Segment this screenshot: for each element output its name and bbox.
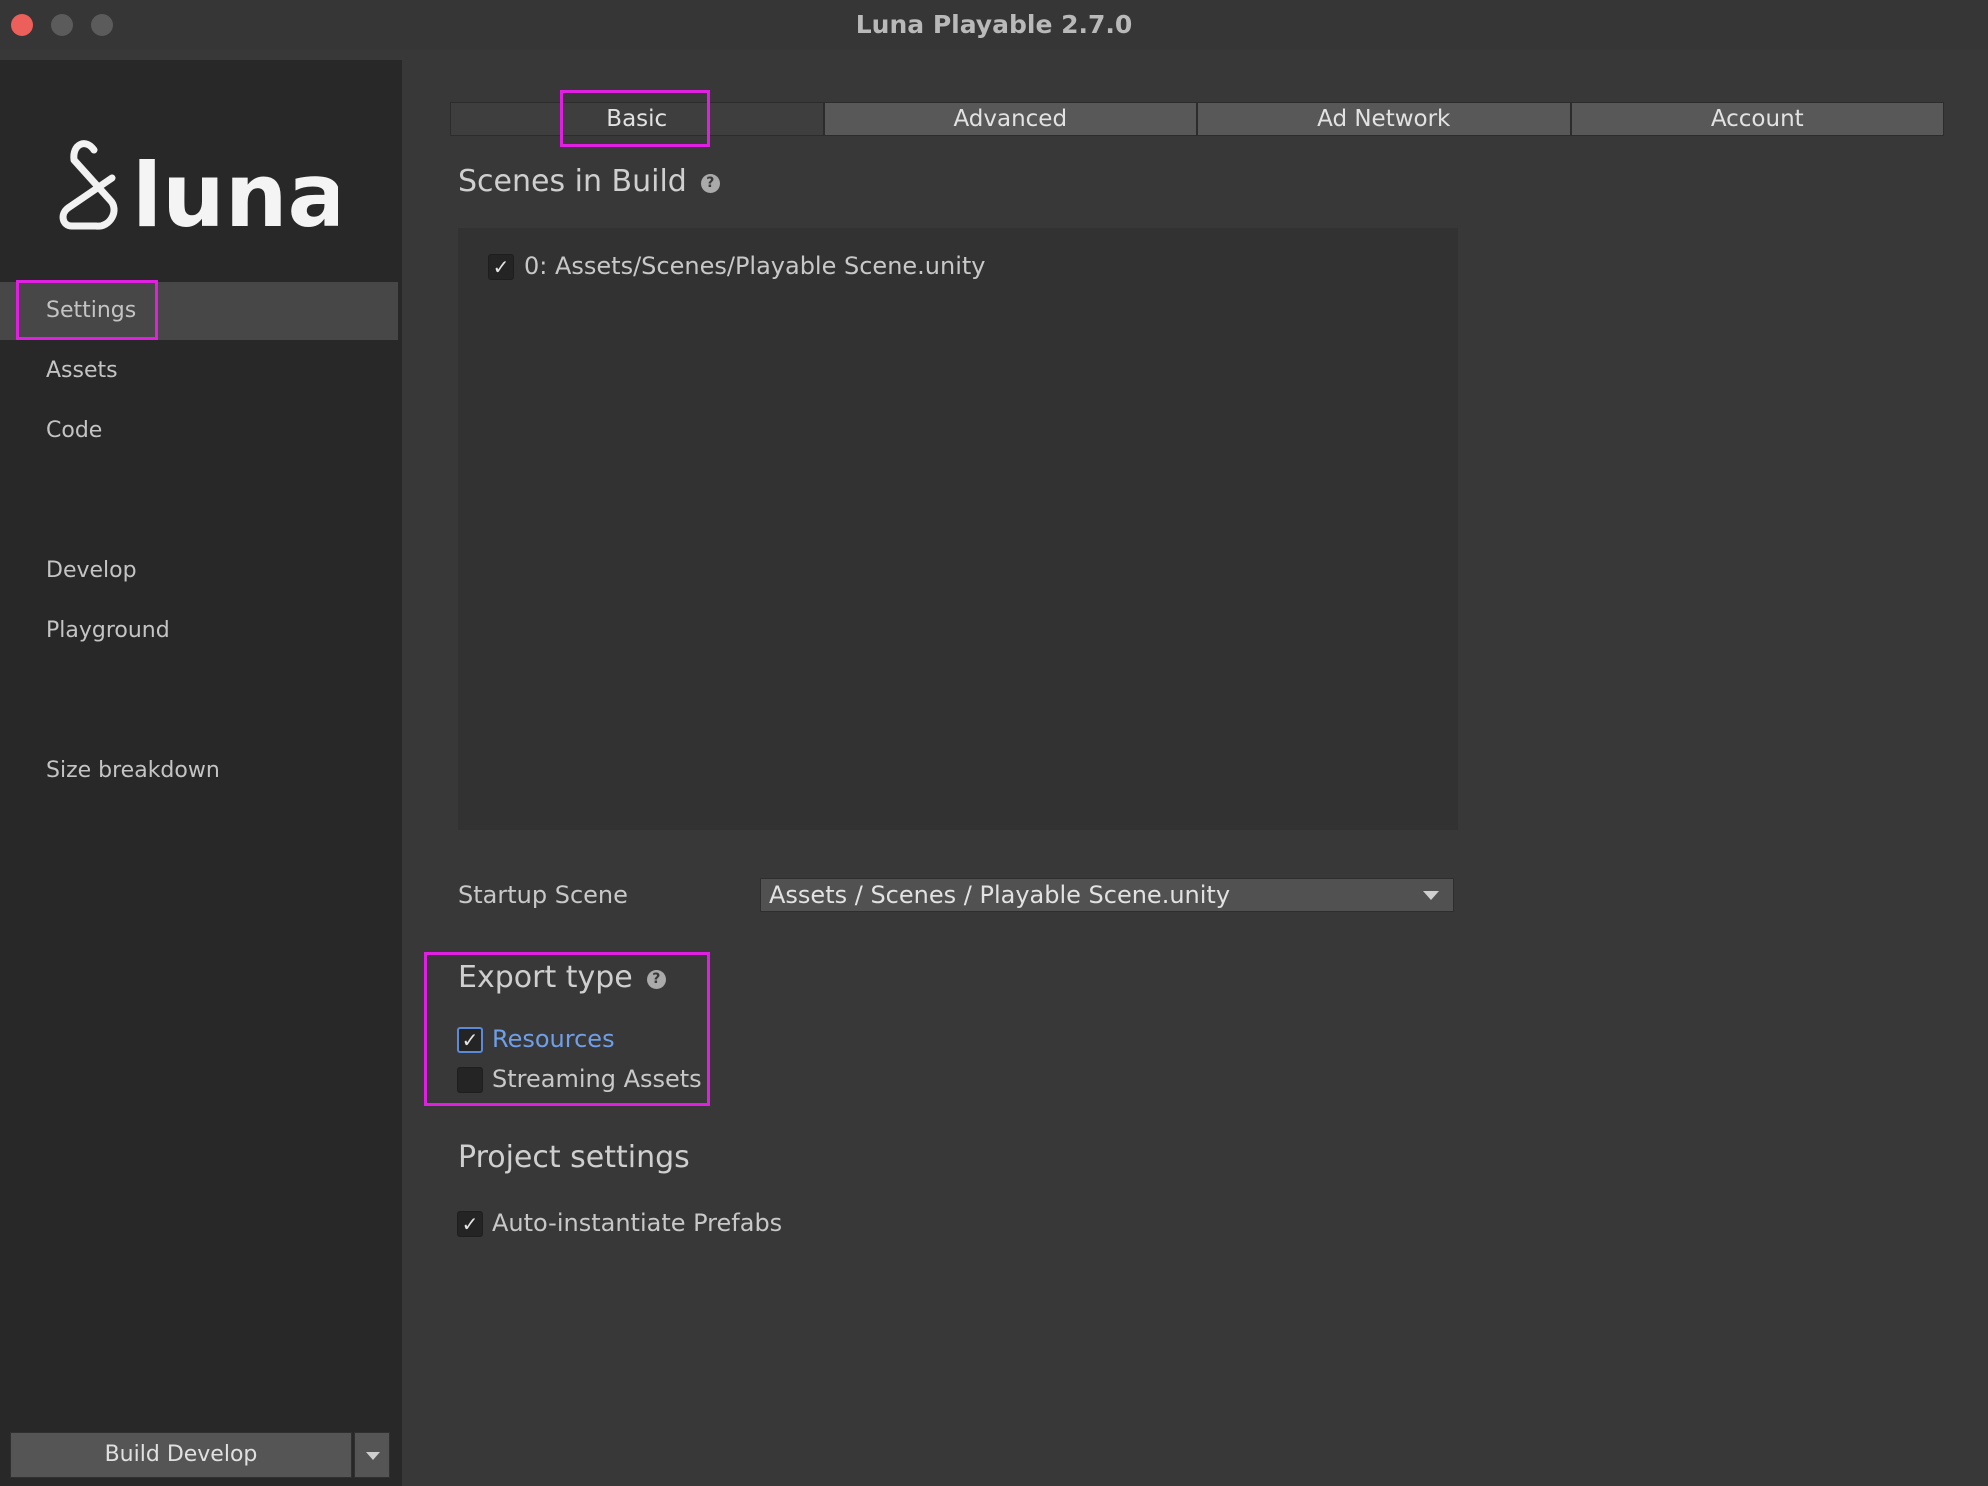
sidebar-item-label: Size breakdown [46, 758, 220, 783]
build-options-dropdown[interactable] [354, 1432, 390, 1478]
sidebar: luna Settings Assets Code Develop Playgr… [0, 60, 402, 1486]
sidebar-item-playground[interactable]: Playground [0, 602, 398, 660]
sidebar-item-label: Code [46, 418, 103, 443]
auto-instantiate-prefabs-label: Auto-instantiate Prefabs [492, 1209, 783, 1237]
help-icon[interactable]: ? [700, 174, 720, 193]
auto-instantiate-prefabs-checkbox[interactable]: ✓ [457, 1211, 483, 1237]
scene-item-label: 0: Assets/Scenes/Playable Scene.unity [524, 252, 986, 280]
sidebar-item-develop[interactable]: Develop [0, 542, 398, 600]
scenes-in-build-heading: Scenes in Build? [458, 164, 720, 199]
luna-logo: luna [59, 140, 338, 240]
settings-highlight-box [16, 280, 158, 340]
export-type-highlight-box [424, 952, 710, 1106]
sidebar-item-label: Develop [46, 558, 137, 583]
window-title: Luna Playable 2.7.0 [855, 10, 1133, 39]
sidebar-item-label: Playground [46, 618, 170, 643]
project-settings-heading: Project settings [458, 1140, 690, 1175]
startup-scene-dropdown[interactable]: Assets / Scenes / Playable Scene.unity [760, 878, 1454, 912]
basic-tab-highlight-box [560, 90, 710, 147]
sidebar-item-assets[interactable]: Assets [0, 342, 398, 400]
scenes-in-build-title: Scenes in Build [458, 164, 687, 199]
scene-checkbox[interactable]: ✓ [488, 254, 514, 280]
sidebar-item-label: Assets [46, 358, 118, 383]
sidebar-item-code[interactable]: Code [0, 402, 398, 460]
startup-scene-label: Startup Scene [458, 881, 628, 909]
sidebar-item-size-breakdown[interactable]: Size breakdown [0, 742, 398, 800]
tab-advanced[interactable]: Advanced [823, 102, 1197, 136]
tab-account[interactable]: Account [1570, 102, 1944, 136]
scenes-list: ✓ 0: Assets/Scenes/Playable Scene.unity [458, 228, 1458, 830]
tab-ad-network[interactable]: Ad Network [1197, 102, 1571, 136]
logo-wordmark: luna [132, 144, 338, 240]
build-develop-button[interactable]: Build Develop [10, 1432, 352, 1478]
title-bar: Luna Playable 2.7.0 [0, 0, 1988, 50]
